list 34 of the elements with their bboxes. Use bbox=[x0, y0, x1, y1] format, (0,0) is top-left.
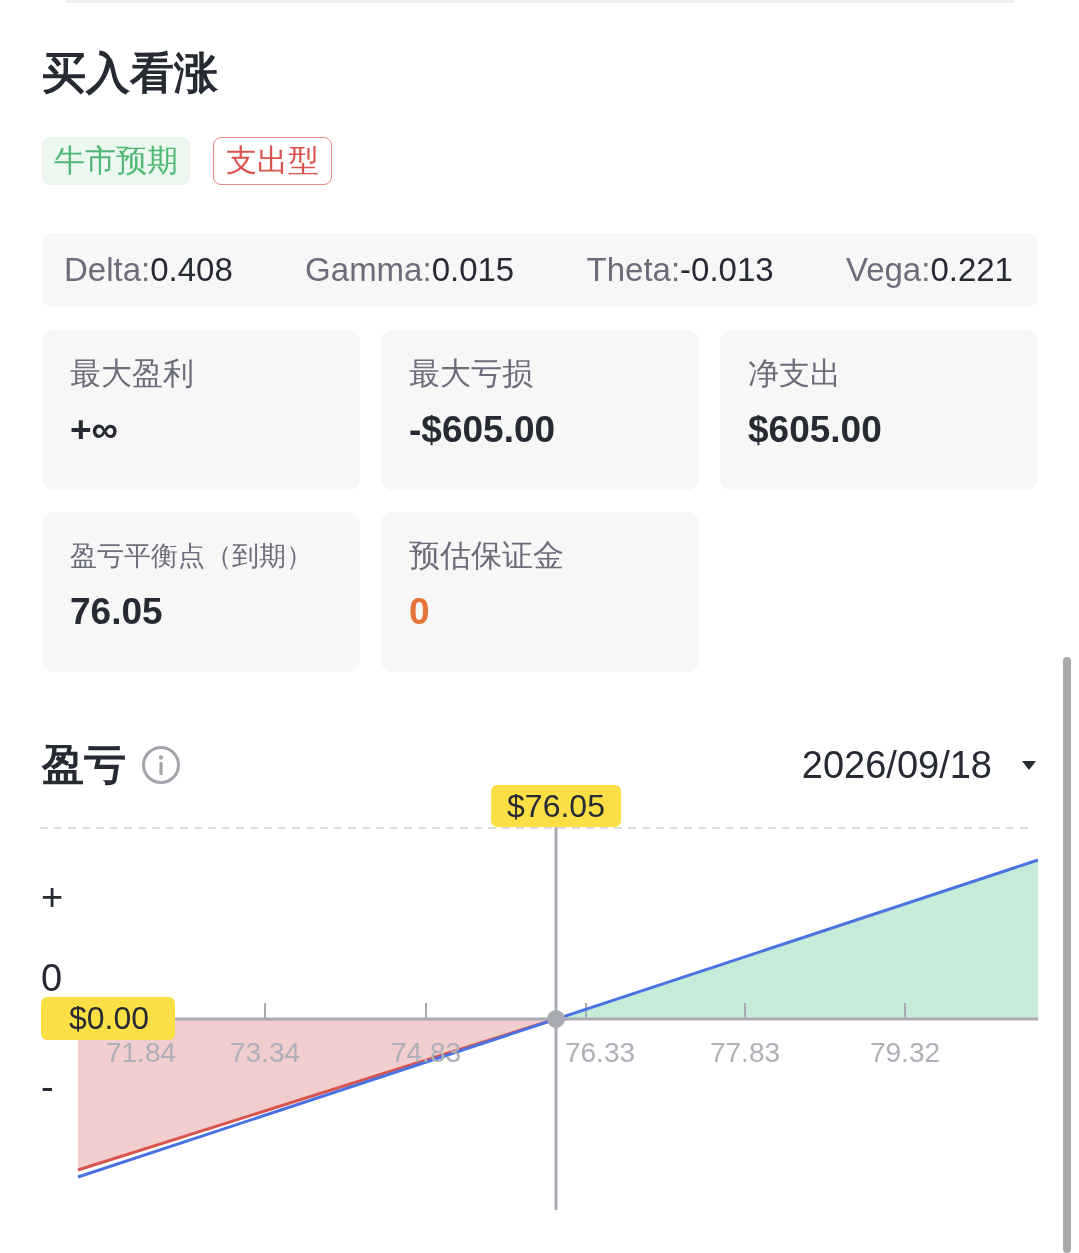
metric-value: -$605.00 bbox=[409, 408, 556, 452]
breakeven-marker-icon bbox=[547, 1010, 565, 1028]
metric-label: 预估保证金 bbox=[409, 537, 564, 575]
x-tick-label: 79.32 bbox=[869, 1037, 941, 1068]
x-tick-label: 73.34 bbox=[229, 1037, 301, 1068]
metric-value: +∞ bbox=[70, 408, 118, 452]
price-marker-label: $76.05 bbox=[491, 785, 621, 827]
x-tick-label: 74.83 bbox=[390, 1037, 462, 1068]
info-icon[interactable] bbox=[142, 746, 180, 784]
metric-label: 盈亏平衡点（到期） bbox=[70, 540, 313, 573]
strategy-title: 买入看涨 bbox=[42, 47, 218, 99]
tag-label: 牛市预期 bbox=[42, 137, 190, 185]
x-tick-label: 71.84 bbox=[105, 1037, 177, 1068]
greek-stat: Gamma:0.015 bbox=[305, 251, 515, 289]
caret-icon bbox=[1022, 760, 1036, 770]
metric-value: 0 bbox=[409, 590, 430, 634]
y-axis-label: + bbox=[41, 876, 64, 918]
date-dropdown[interactable]: 2026/09/18 bbox=[801, 745, 1038, 785]
greek-stat: Vega:0.221 bbox=[845, 251, 1013, 289]
metric-label: 最大盈利 bbox=[70, 355, 194, 393]
scrollbar-thumb[interactable] bbox=[1063, 657, 1071, 1253]
metric-value: $605.00 bbox=[748, 408, 882, 452]
x-tick-label: 76.33 bbox=[564, 1037, 636, 1068]
metric-label: 最大亏损 bbox=[409, 355, 533, 393]
y-axis-label: - bbox=[41, 1066, 54, 1108]
greek-stat: Theta:-0.013 bbox=[586, 251, 774, 289]
section-title: 盈亏 bbox=[42, 745, 126, 785]
y-axis-label: 0 bbox=[41, 957, 63, 999]
x-tick-label: 77.83 bbox=[709, 1037, 781, 1068]
tag-label: 支出型 bbox=[213, 137, 332, 185]
metric-label: 净支出 bbox=[748, 355, 841, 393]
greek-stat: Delta:0.408 bbox=[64, 251, 233, 289]
zero-value-label: $0.00 bbox=[41, 997, 176, 1040]
metric-value: 76.05 bbox=[70, 590, 163, 634]
